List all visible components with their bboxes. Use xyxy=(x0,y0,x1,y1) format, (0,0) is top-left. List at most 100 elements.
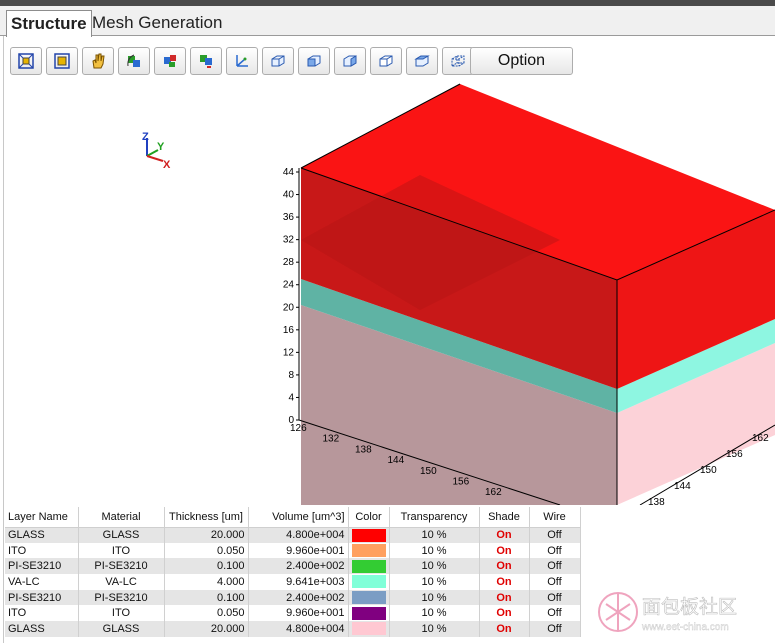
shade-cell[interactable]: On xyxy=(479,574,530,590)
rotate-xz-button[interactable] xyxy=(154,47,186,75)
transparency-cell[interactable]: 10 % xyxy=(389,542,480,559)
transparency-cell[interactable]: 10 % xyxy=(389,527,480,543)
material-cell[interactable]: ITO xyxy=(78,542,165,559)
material-cell[interactable]: ITO xyxy=(78,605,165,622)
col-shade[interactable]: Shade xyxy=(479,507,530,528)
material-cell[interactable]: GLASS xyxy=(78,621,165,637)
thickness-cell[interactable]: 20.000 xyxy=(164,527,249,543)
col-thickness[interactable]: Thickness [um] xyxy=(164,507,249,528)
transparency-cell[interactable]: 10 % xyxy=(389,574,480,590)
color-cell[interactable] xyxy=(348,558,390,575)
thickness-cell[interactable]: 0.100 xyxy=(164,589,249,606)
cube-front-button[interactable] xyxy=(298,47,330,75)
table-row[interactable]: ITO ITO 0.050 9.960e+001 10 % On Off xyxy=(5,542,581,559)
wire-cell[interactable]: Off xyxy=(529,542,581,559)
transparency-cell[interactable]: 10 % xyxy=(389,605,480,622)
layer-name-cell[interactable]: PI-SE3210 xyxy=(5,558,79,575)
wire-cell[interactable]: Off xyxy=(529,621,581,637)
table-row[interactable]: ITO ITO 0.050 9.960e+001 10 % On Off xyxy=(5,605,581,622)
layer-name-cell[interactable]: ITO xyxy=(5,542,79,559)
z-tick-label: 12 xyxy=(283,347,295,358)
color-swatch[interactable] xyxy=(351,591,386,605)
table-row[interactable]: PI-SE3210 PI-SE3210 0.100 2.400e+002 10 % On O… xyxy=(5,558,581,575)
wire-cell[interactable]: Off xyxy=(529,574,581,590)
wire-cell[interactable]: Off xyxy=(529,589,581,606)
volume-cell[interactable]: 4.800e+004 xyxy=(248,527,349,543)
thickness-cell[interactable]: 4.000 xyxy=(164,574,249,590)
shade-cell[interactable]: On xyxy=(479,621,530,637)
tab-structure[interactable]: Structure xyxy=(6,10,92,37)
shade-cell[interactable]: On xyxy=(479,527,530,543)
thickness-cell[interactable]: 0.050 xyxy=(164,605,249,622)
color-cell[interactable] xyxy=(348,542,390,559)
rotate-xy-button[interactable] xyxy=(118,47,150,75)
wire-cell[interactable]: Off xyxy=(529,527,581,543)
tab-mesh-generation[interactable]: Mesh Generation xyxy=(88,10,226,36)
color-swatch[interactable] xyxy=(351,622,386,636)
layer-name-cell[interactable]: ITO xyxy=(5,605,79,622)
thickness-cell-text: 4.000 xyxy=(216,575,245,588)
cube-back-button[interactable] xyxy=(406,47,438,75)
wire-cell[interactable]: Off xyxy=(529,558,581,575)
color-swatch[interactable] xyxy=(351,559,386,573)
cube-top-button[interactable] xyxy=(370,47,402,75)
pan-button[interactable] xyxy=(82,47,114,75)
material-cell[interactable]: VA-LC xyxy=(78,574,165,590)
z-tick-label: 44 xyxy=(283,167,295,178)
shade-cell[interactable]: On xyxy=(479,542,530,559)
transparency-cell[interactable]: 10 % xyxy=(389,558,480,575)
layer-name-cell[interactable]: PI-SE3210 xyxy=(5,589,79,606)
option-button[interactable]: Option xyxy=(470,47,573,75)
col-material[interactable]: Material xyxy=(78,507,165,528)
volume-cell[interactable]: 4.800e+004 xyxy=(248,621,349,637)
material-cell[interactable]: PI-SE3210 xyxy=(78,589,165,606)
col-wire[interactable]: Wire xyxy=(529,507,581,528)
y-tick-label: 162 xyxy=(752,433,769,444)
color-swatch[interactable] xyxy=(351,575,386,589)
table-row[interactable]: GLASS GLASS 20.000 4.800e+004 10 % On Off xyxy=(5,621,581,637)
color-cell[interactable] xyxy=(348,527,390,543)
zoom-box-button[interactable] xyxy=(46,47,78,75)
color-cell[interactable] xyxy=(348,621,390,637)
shade-cell[interactable]: On xyxy=(479,589,530,606)
color-cell[interactable] xyxy=(348,589,390,606)
volume-cell[interactable]: 9.960e+001 xyxy=(248,605,349,622)
transparency-cell-text: 10 % xyxy=(421,607,447,620)
layer-name-cell[interactable]: GLASS xyxy=(5,527,79,543)
col-transparency[interactable]: Transparency xyxy=(389,507,480,528)
transparency-cell[interactable]: 10 % xyxy=(389,589,480,606)
col-color[interactable]: Color xyxy=(348,507,390,528)
transparency-cell[interactable]: 10 % xyxy=(389,621,480,637)
rotate-yz-button[interactable] xyxy=(190,47,222,75)
material-cell[interactable]: GLASS xyxy=(78,527,165,543)
color-swatch[interactable] xyxy=(351,528,386,542)
table-row[interactable]: GLASS GLASS 20.000 4.800e+004 10 % On Off xyxy=(5,527,581,543)
volume-cell[interactable]: 9.960e+001 xyxy=(248,542,349,559)
color-cell[interactable] xyxy=(348,574,390,590)
volume-cell[interactable]: 2.400e+002 xyxy=(248,589,349,606)
col-layer-name[interactable]: Layer Name xyxy=(5,507,79,528)
material-cell[interactable]: PI-SE3210 xyxy=(78,558,165,575)
fit-view-button[interactable] xyxy=(10,47,42,75)
axis-view-button[interactable] xyxy=(226,47,258,75)
wire-cell[interactable]: Off xyxy=(529,605,581,622)
table-row[interactable]: VA-LC VA-LC 4.000 9.641e+003 10 % On Off xyxy=(5,574,581,590)
cube-side-button[interactable] xyxy=(334,47,366,75)
cube-iso-button[interactable] xyxy=(262,47,294,75)
color-cell[interactable] xyxy=(348,605,390,622)
volume-cell[interactable]: 2.400e+002 xyxy=(248,558,349,575)
color-swatch[interactable] xyxy=(351,606,386,620)
volume-cell[interactable]: 9.641e+003 xyxy=(248,574,349,590)
layer-name-cell[interactable]: GLASS xyxy=(5,621,79,637)
thickness-cell[interactable]: 0.100 xyxy=(164,558,249,575)
layer-name-cell[interactable]: VA-LC xyxy=(5,574,79,590)
table-row[interactable]: PI-SE3210 PI-SE3210 0.100 2.400e+002 10 % On O… xyxy=(5,589,581,606)
thickness-cell[interactable]: 20.000 xyxy=(164,621,249,637)
y-tick-label: 144 xyxy=(674,481,691,492)
shade-cell[interactable]: On xyxy=(479,605,530,622)
thickness-cell[interactable]: 0.050 xyxy=(164,542,249,559)
col-volume[interactable]: Volume [um^3] xyxy=(248,507,349,528)
3d-viewport[interactable]: Z Y X 444036322824201612840 126132138144… xyxy=(0,80,775,505)
color-swatch[interactable] xyxy=(351,544,386,558)
shade-cell[interactable]: On xyxy=(479,558,530,575)
